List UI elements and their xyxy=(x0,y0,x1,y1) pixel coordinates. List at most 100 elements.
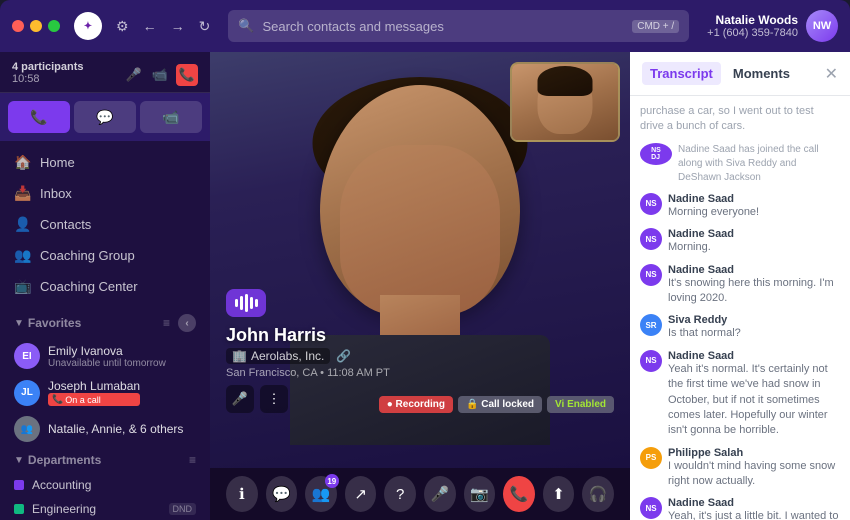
title-bar: ✦ ⚙ ← → ↻ 🔍 Search contacts and messages… xyxy=(0,0,850,52)
caller-location: San Francisco, CA xyxy=(226,367,317,379)
mute-button[interactable]: 🎤 xyxy=(424,476,456,512)
end-call-button[interactable]: 📞 xyxy=(503,476,535,512)
wave-bar-4 xyxy=(250,297,253,309)
end-call-small-button[interactable]: 📞 xyxy=(176,64,198,86)
nav-item-coaching-center[interactable]: 📺 Coaching Center xyxy=(0,271,210,302)
company-badge: 🏢 Aerolabs, Inc. xyxy=(226,348,330,364)
mute-call-button[interactable]: 🎤 xyxy=(124,65,144,85)
msg-2-sender: Nadine Saad xyxy=(668,228,734,240)
group-avatar: 👥 xyxy=(14,416,40,442)
thumb-face xyxy=(512,64,618,140)
accounting-dot xyxy=(14,480,24,490)
camera-button[interactable]: 📷 xyxy=(464,476,496,512)
chat-button[interactable]: 💬 xyxy=(266,476,298,512)
msg-1-sender: Nadine Saad xyxy=(668,193,759,205)
dept-accounting[interactable]: Accounting xyxy=(0,473,210,497)
nav-item-home[interactable]: 🏠 Home xyxy=(0,147,210,178)
settings-icon[interactable]: ⚙ xyxy=(116,18,129,35)
msg-6-text: I wouldn't mind having some snow right n… xyxy=(668,459,840,490)
phone-tab[interactable]: 📞 xyxy=(8,101,70,133)
sidebar-collapse-button[interactable]: ‹ xyxy=(178,314,196,332)
departments-section: ▼ Departments ≡ Accounting Engineering D… xyxy=(0,447,210,520)
favorites-header: ▼ Favorites ≡ ‹ xyxy=(0,308,210,338)
caller-meta: San Francisco, CA • 11:08 AM PT xyxy=(226,367,390,379)
tab-moments[interactable]: Moments xyxy=(725,62,798,85)
msg-2-content: Nadine Saad Morning. xyxy=(668,228,734,255)
nadine-avatar-4: NS xyxy=(640,350,662,372)
departments-header: ▼ Departments ≡ xyxy=(0,447,210,473)
msg-6-content: Philippe Salah I wouldn't mind having so… xyxy=(668,447,840,490)
caller-company: 🏢 Aerolabs, Inc. 🔗 xyxy=(226,348,390,364)
transfer-button[interactable]: ↗ xyxy=(345,476,377,512)
user-phone: +1 (604) 359-7840 xyxy=(707,27,798,39)
engineering-label: Engineering xyxy=(32,502,96,516)
info-button[interactable]: ℹ xyxy=(226,476,258,512)
thumbnail-video xyxy=(510,62,620,142)
msg-5-sender: Nadine Saad xyxy=(668,350,840,362)
transcript-msg-4: SR Siva Reddy Is that normal? xyxy=(640,314,840,341)
joseph-avatar: JL xyxy=(14,380,40,406)
favorite-group[interactable]: 👥 Natalie, Annie, & 6 others xyxy=(0,411,210,447)
video-area: John Harris 🏢 Aerolabs, Inc. 🔗 San Franc… xyxy=(210,52,630,520)
message-tab[interactable]: 💬 xyxy=(74,101,136,133)
share-button[interactable]: ⬆ xyxy=(543,476,575,512)
caller-mute-button[interactable]: 🎤 xyxy=(226,385,254,413)
search-icon: 🔍 xyxy=(238,18,254,34)
video-tab[interactable]: 📹 xyxy=(140,101,202,133)
video-controls: ℹ 💬 👥 19 ↗ ? 🎤 📷 📞 ⬆ 🎧 xyxy=(210,468,630,520)
video-badges: ● Recording 🔒 Call locked Vi Enabled xyxy=(379,396,614,413)
search-bar[interactable]: 🔍 Search contacts and messages CMD + / xyxy=(228,10,689,42)
sidebar: 4 participants 10:58 🎤 📹 📞 📞 💬 📹 🏠 Home xyxy=(0,52,210,520)
system-avatar-2: NSDJ xyxy=(640,143,672,165)
nav-label-contacts: Contacts xyxy=(40,217,91,232)
caller-actions: 🎤 ⋮ xyxy=(226,385,390,413)
msg-3-text: It's snowing here this morning. I'm lovi… xyxy=(668,276,840,307)
transcript-close-button[interactable]: ✕ xyxy=(825,64,838,84)
inbox-icon: 📥 xyxy=(14,185,32,202)
dept-engineering[interactable]: Engineering DND xyxy=(0,497,210,520)
nav-item-contacts[interactable]: 👤 Contacts xyxy=(0,209,210,240)
transcript-system-1: purchase a car, so I went out to test dr… xyxy=(640,104,840,135)
nav-item-coaching-group[interactable]: 👥 Coaching Group xyxy=(0,240,210,271)
participants-label: 4 participants xyxy=(12,61,84,73)
tab-transcript[interactable]: Transcript xyxy=(642,62,721,85)
call-controls: 🎤 📹 📞 xyxy=(124,64,198,86)
back-icon[interactable]: ← xyxy=(143,18,157,34)
user-avatar[interactable]: NW xyxy=(806,10,838,42)
msg-5-content: Nadine Saad Yeah it's normal. It's certa… xyxy=(668,350,840,439)
recording-badge: ● Recording xyxy=(379,396,453,413)
emily-status: Unavailable until tomorrow xyxy=(48,358,166,369)
favorites-toggle[interactable]: ▼ xyxy=(14,318,24,329)
refresh-icon[interactable]: ↻ xyxy=(199,18,211,35)
close-button[interactable] xyxy=(12,20,24,32)
transcript-messages: purchase a car, so I went out to test dr… xyxy=(630,96,850,520)
departments-toggle[interactable]: ▼ xyxy=(14,455,24,466)
favorites-label: Favorites xyxy=(28,316,81,330)
maximize-button[interactable] xyxy=(48,20,60,32)
msg-4-content: Siva Reddy Is that normal? xyxy=(668,314,741,341)
nav-item-inbox[interactable]: 📥 Inbox xyxy=(0,178,210,209)
departments-menu-icon[interactable]: ≡ xyxy=(189,453,196,467)
help-button[interactable]: ? xyxy=(384,476,416,512)
call-locked-badge: 🔒 Call locked xyxy=(458,396,542,413)
audio-wave xyxy=(226,289,266,317)
company-name: Aerolabs, Inc. xyxy=(251,349,324,363)
nadine-avatar-2: NS xyxy=(640,228,662,250)
favorite-emily[interactable]: EI Emily Ivanova Unavailable until tomor… xyxy=(0,338,210,374)
link-icon[interactable]: 🔗 xyxy=(336,349,351,363)
minimize-button[interactable] xyxy=(30,20,42,32)
wave-bar-2 xyxy=(240,296,243,310)
transcript-msg-1: NS Nadine Saad Morning everyone! xyxy=(640,193,840,220)
siva-avatar: SR xyxy=(640,314,662,336)
favorite-joseph[interactable]: JL Joseph Lumaban 📞On a call xyxy=(0,374,210,411)
app-logo: ✦ xyxy=(74,12,102,40)
video-call-button[interactable]: 📹 xyxy=(150,65,170,85)
caller-more-button[interactable]: ⋮ xyxy=(260,385,288,413)
headset-button[interactable]: 🎧 xyxy=(582,476,614,512)
transcript-msg-2: NS Nadine Saad Morning. xyxy=(640,228,840,255)
participants-button[interactable]: 👥 19 xyxy=(305,476,337,512)
favorites-menu-icon[interactable]: ≡ xyxy=(163,316,170,330)
nav-section: 🏠 Home 📥 Inbox 👤 Contacts 👥 Coaching Gro… xyxy=(0,141,210,308)
forward-icon[interactable]: → xyxy=(171,18,185,34)
search-placeholder: Search contacts and messages xyxy=(262,19,443,34)
